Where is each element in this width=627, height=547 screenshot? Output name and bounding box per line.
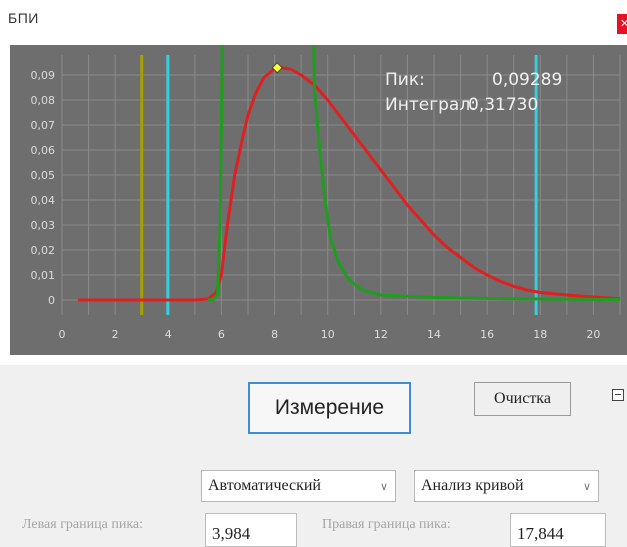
left-bound-label: Левая граница пика: — [22, 517, 144, 532]
peak-value: 0,09289 — [492, 70, 562, 90]
x-tick-label: 12 — [374, 328, 388, 341]
x-tick-label: 8 — [271, 328, 278, 341]
x-tick-label: 10 — [321, 328, 335, 341]
window-title: БПИ — [8, 10, 39, 26]
right-bound-label: Правая граница пика: — [322, 517, 451, 532]
y-tick-label: 0,01 — [31, 269, 56, 282]
x-tick-label: 6 — [218, 328, 225, 341]
integral-label: Интеграл: — [385, 95, 476, 115]
x-tick-label: 2 — [112, 328, 119, 341]
peak-label: Пик: — [385, 70, 425, 90]
chart: 0 0,01 0,02 0,03 0,04 0,05 0,06 0,07 0,08 0,09 0 2… — [31, 45, 621, 341]
chevron-down-icon: ∨ — [379, 480, 389, 493]
chevron-down-icon: ∨ — [582, 480, 592, 493]
y-tick-label: 0,06 — [31, 144, 56, 157]
window-titlebar: БПИ ✕ — [0, 0, 627, 40]
integral-value: 0,31730 — [468, 95, 538, 115]
y-tick-label: 0,04 — [31, 194, 56, 207]
analysis-select-value: Анализ кривой — [421, 477, 524, 494]
y-tick-label: 0,03 — [31, 219, 56, 232]
x-tick-label: 18 — [533, 328, 547, 341]
close-icon[interactable]: ✕ — [617, 14, 627, 34]
x-tick-label: 4 — [165, 328, 172, 341]
measure-button[interactable]: Измерение — [248, 382, 411, 434]
x-tick-label: 14 — [427, 328, 441, 341]
y-tick-label: 0,07 — [31, 119, 56, 132]
x-tick-label: 20 — [586, 328, 600, 341]
clear-button[interactable]: Очистка — [474, 382, 571, 416]
y-tick-label: 0,05 — [31, 169, 56, 182]
chart-panel: 0 0,01 0,02 0,03 0,04 0,05 0,06 0,07 0,08 0,09 0 2… — [10, 45, 627, 355]
mode-select[interactable]: Автоматический ∨ — [201, 470, 396, 502]
red-curve — [77, 66, 621, 302]
minus-box-icon[interactable] — [612, 389, 624, 401]
left-bound-input[interactable] — [205, 513, 297, 547]
right-bound-input[interactable] — [510, 513, 606, 547]
analysis-select[interactable]: Анализ кривой ∨ — [414, 470, 599, 502]
mode-select-value: Автоматический — [208, 477, 321, 494]
y-tick-label: 0,02 — [31, 244, 56, 257]
y-tick-label: 0,09 — [31, 69, 56, 82]
y-tick-label: 0,08 — [31, 94, 56, 107]
y-tick-label: 0 — [48, 294, 55, 307]
x-tick-label: 0 — [59, 328, 66, 341]
x-tick-label: 16 — [480, 328, 494, 341]
